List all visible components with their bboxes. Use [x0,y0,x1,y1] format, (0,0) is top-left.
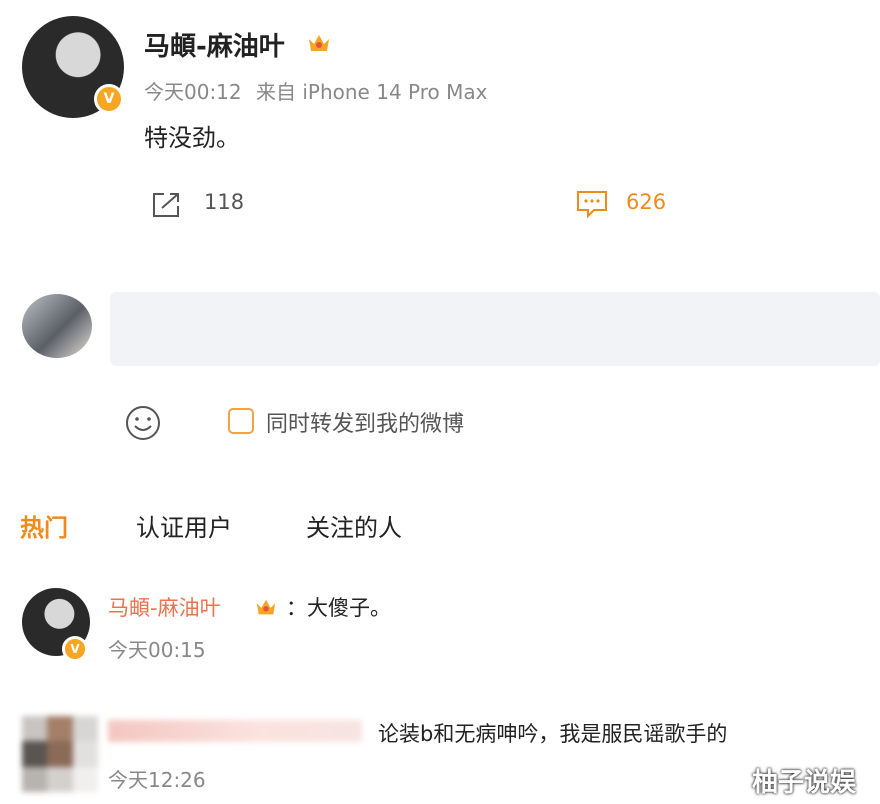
verified-badge-icon: V [62,636,88,662]
comment-time: 今天00:15 [108,638,206,662]
comment-author[interactable]: 马頔-麻油叶 [108,596,221,620]
tab-verified-users[interactable]: 认证用户 [136,508,232,543]
comment-text: 大傻子。 [307,596,391,620]
crown-icon [309,35,329,51]
post-source: 来自 iPhone 14 Pro Max [256,80,488,104]
current-user-avatar [22,294,92,358]
watermark: 柚子说娱 [752,768,857,798]
repost-checkbox-label[interactable]: 同时转发到我的微博 [266,406,464,438]
comment-separator: ： [286,596,307,620]
comment-input[interactable] [110,292,880,366]
smile-icon[interactable] [124,404,162,442]
blurred-username [108,720,362,742]
repost-checkbox[interactable] [228,408,254,434]
comment-time: 今天12:26 [108,768,206,792]
author-name[interactable]: 马頔-麻油叶 [144,26,285,63]
post-text: 特没劲。 [144,124,240,152]
comment-count: 626 [626,190,667,214]
repost-count: 118 [204,190,245,214]
post-time: 今天00:12 [144,80,242,104]
blurred-avatar [22,716,98,792]
comment-icon[interactable] [576,190,608,218]
crown-icon [256,599,276,615]
tab-hot[interactable]: 热门 [20,508,68,543]
verified-badge-icon: V [94,84,124,114]
comment-text: 论装b和无病呻吟，我是服民谣歌手的 [378,722,728,746]
tab-following[interactable]: 关注的人 [306,508,402,543]
repost-icon[interactable] [150,190,184,220]
